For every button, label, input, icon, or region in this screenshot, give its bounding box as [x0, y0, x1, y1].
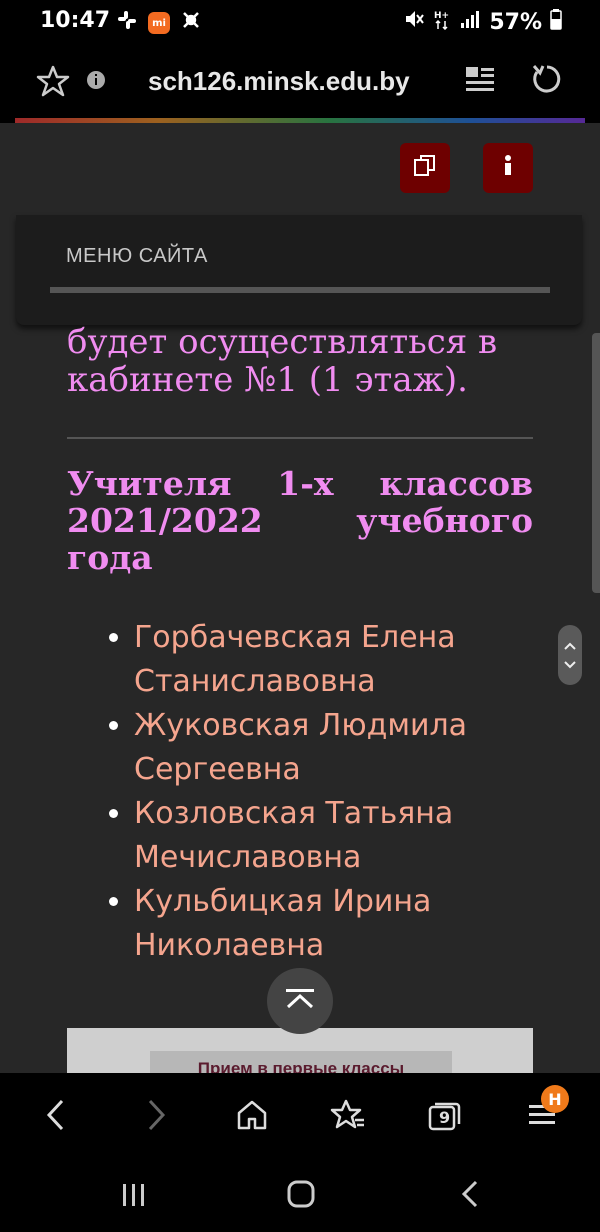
bookmark-star-icon: [330, 1098, 366, 1136]
signal-icon: [459, 8, 481, 36]
edge-panel-handle[interactable]: [592, 333, 600, 593]
home-nav-icon[interactable]: [286, 1179, 316, 1213]
forward-arrow-icon: [144, 1098, 168, 1136]
banner-label: Прием в первые классы: [197, 1059, 405, 1073]
site-menu[interactable]: МЕНЮ САЙТА: [16, 215, 582, 325]
tabs-count: 9: [439, 1108, 451, 1127]
chevron-up-icon: [284, 987, 316, 1015]
battery-icon: [550, 8, 562, 36]
teacher-list: Горбачевская Елена Станиславовна Жуковск…: [106, 616, 554, 968]
recents-icon[interactable]: [120, 1181, 148, 1213]
info-button[interactable]: [483, 143, 533, 193]
teacher-item[interactable]: Козловская Татьяна Мечиславовна: [134, 792, 554, 880]
info-icon: [498, 154, 518, 182]
system-nav-bar: [0, 1159, 600, 1232]
reload-icon[interactable]: [530, 62, 564, 100]
teacher-item[interactable]: Кульбицкая Ирина Николаевна: [134, 880, 554, 968]
status-left-icons: mi: [116, 9, 202, 37]
chevron-down-small-icon: [563, 655, 577, 674]
content-divider: [67, 437, 533, 439]
slack-icon: [116, 9, 138, 37]
home-button[interactable]: [228, 1093, 276, 1141]
mi-app-icon: mi: [148, 12, 170, 34]
back-arrow-icon: [44, 1098, 68, 1136]
admission-banner[interactable]: Прием в первые классы: [67, 1028, 533, 1073]
url-text[interactable]: sch126.minsk.edu.by: [148, 66, 410, 97]
fast-scroll-handle[interactable]: [558, 625, 582, 685]
status-time: 10:47: [40, 8, 111, 33]
scroll-to-top-button[interactable]: [267, 968, 333, 1034]
battery-percent: 57%: [489, 9, 542, 35]
teacher-item[interactable]: Горбачевская Елена Станиславовна: [134, 616, 554, 704]
copy-button[interactable]: [400, 143, 450, 193]
back-nav-icon[interactable]: [458, 1179, 482, 1213]
svg-text:H+: H+: [434, 11, 449, 21]
home-icon: [235, 1098, 269, 1136]
menu-notification-badge: H: [541, 1085, 569, 1113]
section-heading: Учителя 1-х классов 2021/2022 учебного г…: [67, 464, 533, 577]
favorite-star-icon[interactable]: [36, 64, 70, 102]
web-page: МЕНЮ САЙТА будет осуществляться в кабине…: [0, 123, 600, 1073]
reader-mode-icon[interactable]: [464, 64, 496, 100]
browser-toolbar: 9: [0, 1073, 600, 1159]
content-paragraph: будет осуществляться в кабинете №1 (1 эт…: [67, 322, 498, 400]
mute-icon: [403, 8, 425, 36]
back-button[interactable]: [32, 1093, 80, 1141]
status-right-icons: H+ 57%: [403, 8, 562, 36]
tabs-button[interactable]: 9: [420, 1093, 468, 1141]
menu-divider: [50, 287, 550, 293]
status-bar: 10:47 mi H+ 57%: [0, 0, 600, 44]
address-bar: sch126.minsk.edu.by: [0, 44, 600, 120]
copy-icon: [411, 152, 439, 184]
bug-icon: [180, 9, 202, 37]
forward-button[interactable]: [132, 1093, 180, 1141]
teacher-item[interactable]: Жуковская Людмила Сергеевна: [134, 704, 554, 792]
bookmarks-button[interactable]: [324, 1093, 372, 1141]
banner-button[interactable]: Прием в первые классы: [150, 1051, 452, 1073]
site-info-icon[interactable]: [86, 70, 106, 94]
site-menu-label[interactable]: МЕНЮ САЙТА: [66, 245, 208, 268]
chevron-up-small-icon: [563, 636, 577, 655]
data-hplus-icon: H+: [433, 8, 451, 36]
